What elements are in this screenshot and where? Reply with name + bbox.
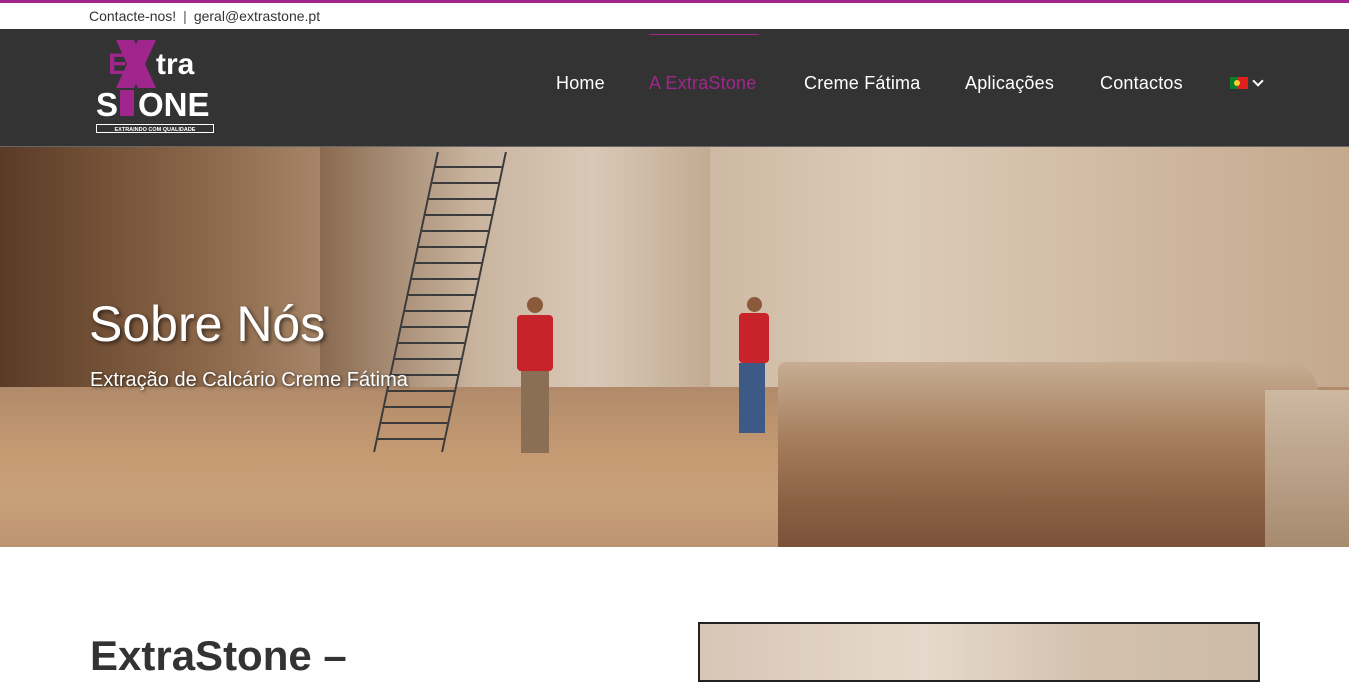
worker-figure xyxy=(513,297,559,457)
language-switcher[interactable] xyxy=(1230,75,1264,89)
contact-label[interactable]: Contacte-nos! xyxy=(89,8,176,24)
nav-item-a-extrastone[interactable]: A ExtraStone xyxy=(649,73,756,94)
nav-item-creme-fatima[interactable]: Creme Fátima xyxy=(804,73,920,94)
hero-background-rock xyxy=(700,147,1349,387)
nav-item-contactos[interactable]: Contactos xyxy=(1100,73,1183,94)
worker-figure xyxy=(733,297,773,437)
hero-subtitle: Extração de Calcário Creme Fátima xyxy=(90,369,408,391)
main-navigation: Home A ExtraStone Creme Fátima Aplicaçõe… xyxy=(0,29,1349,147)
site-header: E tra S ONE EXTRAINDO COM QUALIDADE Home… xyxy=(0,29,1349,147)
hero-banner: Sobre Nós Extração de Calcário Creme Fát… xyxy=(0,147,1349,547)
nav-item-home[interactable]: Home xyxy=(556,73,605,94)
hero-title: Sobre Nós xyxy=(89,296,326,352)
contact-email-link[interactable]: geral@extrastone.pt xyxy=(194,8,320,24)
topbar-separator: | xyxy=(183,8,187,24)
topbar: Contacte-nos! | geral@extrastone.pt xyxy=(0,3,1349,29)
section-image xyxy=(698,622,1260,682)
stone-block-image xyxy=(778,362,1318,547)
nav-active-indicator xyxy=(649,34,759,35)
nav-item-aplicacoes[interactable]: Aplicações xyxy=(965,73,1054,94)
chevron-down-icon xyxy=(1252,75,1264,87)
topbar-contact: Contacte-nos! | geral@extrastone.pt xyxy=(89,8,320,24)
portugal-flag-icon xyxy=(1230,77,1248,89)
stone-block-image xyxy=(1265,390,1349,547)
section-title: ExtraStone – xyxy=(90,632,347,679)
